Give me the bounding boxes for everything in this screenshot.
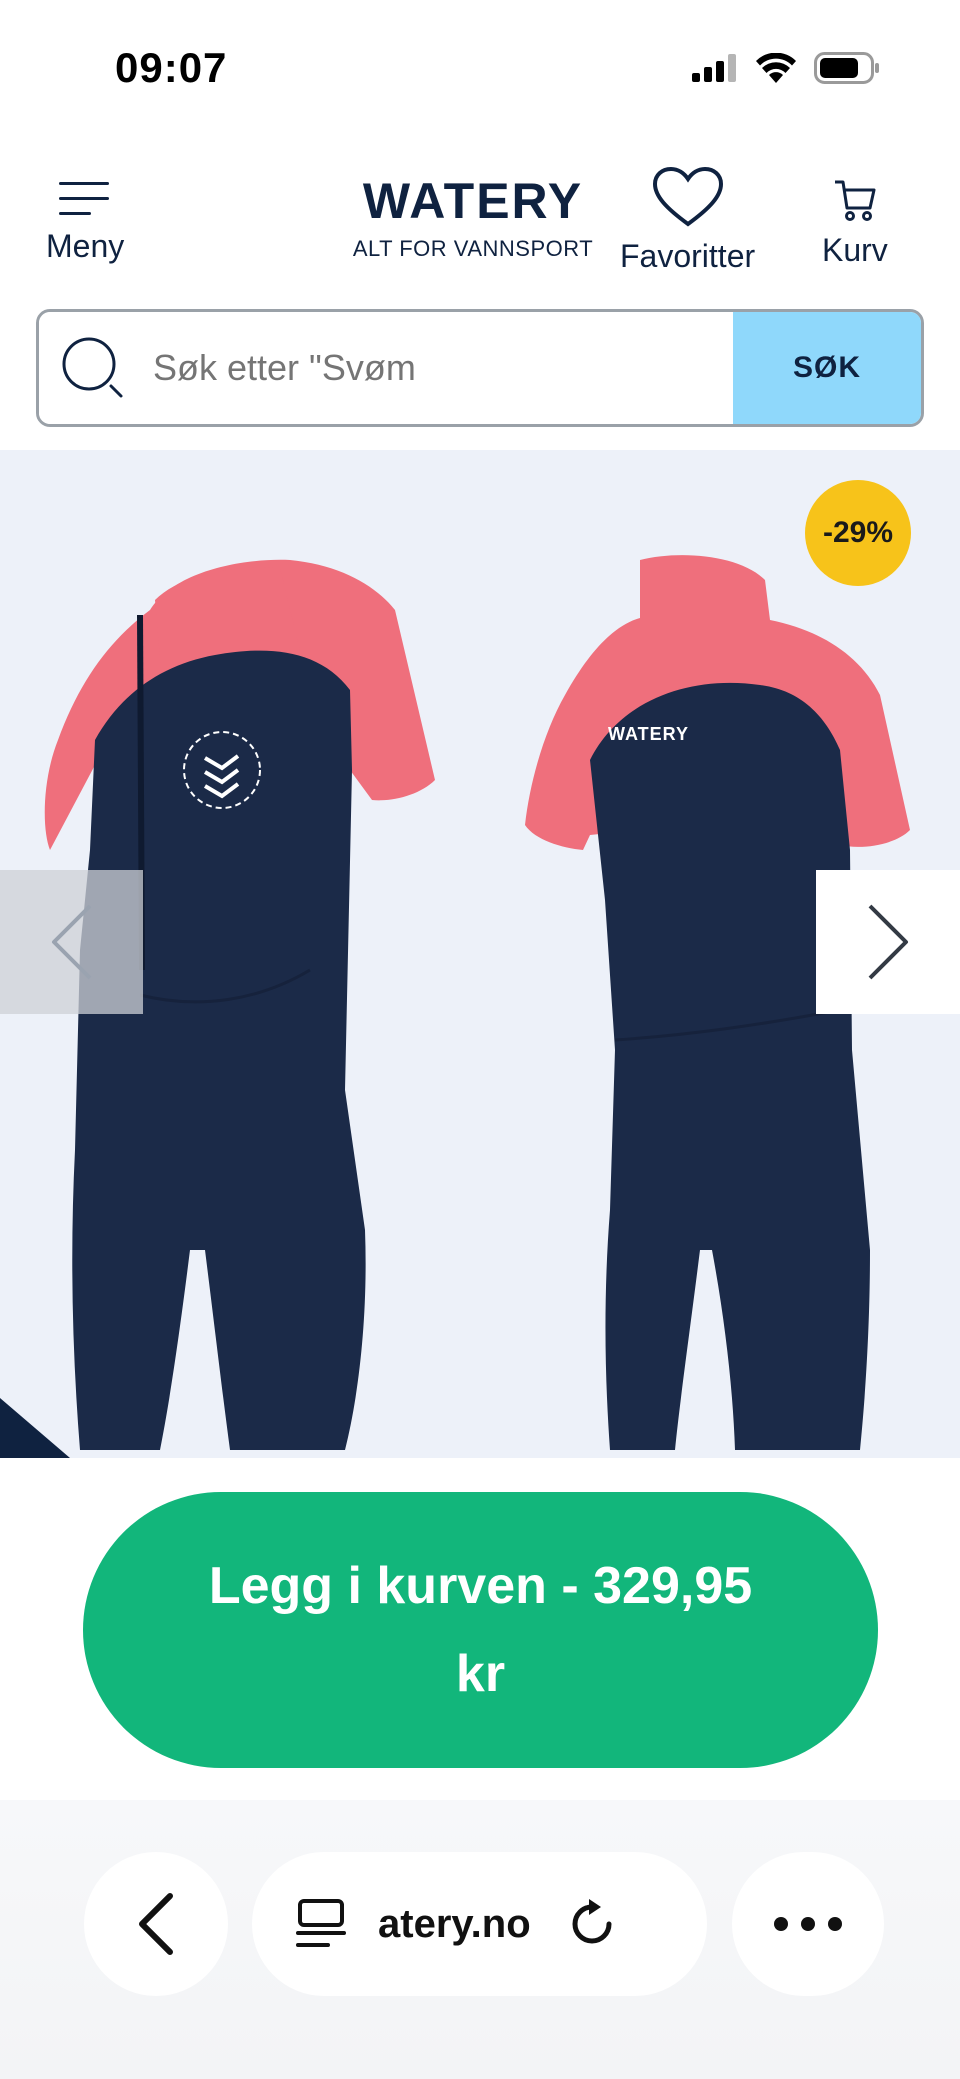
site-logo[interactable]: WATERY ALT FOR VANNSPORT — [338, 176, 608, 262]
battery-icon — [814, 52, 879, 84]
chevron-left-icon — [139, 1893, 173, 1955]
logo-title: WATERY — [362, 173, 584, 229]
chevron-right-icon — [868, 904, 908, 980]
site-header: Meny WATERY ALT FOR VANNSPORT Favoritter… — [0, 140, 960, 300]
browser-more-button[interactable] — [732, 1852, 884, 1996]
add-to-cart-button[interactable]: Legg i kurven - 329,95 kr — [83, 1492, 878, 1768]
favorites-label: Favoritter — [620, 238, 756, 274]
more-icon — [774, 1917, 842, 1931]
search-icon — [62, 337, 123, 398]
search-input[interactable] — [153, 347, 713, 389]
corner-decoration — [0, 1398, 70, 1458]
cart-icon — [834, 180, 876, 221]
browser-toolbar: atery.no — [0, 1800, 960, 2079]
reload-icon[interactable] — [565, 1897, 619, 1951]
logo-subtitle: ALT FOR VANNSPORT — [352, 236, 594, 261]
search-button[interactable]: SØK — [733, 312, 921, 424]
cart-button[interactable]: Kurv — [822, 178, 888, 269]
menu-button[interactable]: Meny — [46, 180, 124, 265]
url-text: atery.no — [378, 1901, 531, 1946]
status-icons — [692, 52, 880, 84]
chevron-left-icon — [51, 904, 91, 980]
back-logo-text: WATERY — [608, 724, 689, 744]
status-time: 09:07 — [115, 44, 228, 91]
menu-label: Meny — [46, 228, 125, 264]
wifi-icon — [756, 53, 796, 83]
search-bar: SØK — [36, 309, 924, 427]
browser-back-button[interactable] — [84, 1852, 228, 1996]
address-bar[interactable]: atery.no — [252, 1852, 707, 1996]
gallery-next-button[interactable] — [816, 870, 960, 1014]
search-field — [39, 312, 733, 424]
discount-badge: -29% — [805, 480, 911, 586]
gallery-prev-button[interactable] — [0, 870, 143, 1014]
cart-label: Kurv — [822, 232, 888, 268]
product-gallery[interactable]: WATERY -29% — [0, 450, 960, 1458]
heart-icon — [652, 166, 723, 227]
status-bar: 09:07 — [0, 0, 960, 140]
signal-icon — [692, 54, 736, 82]
reader-mode-icon — [296, 1899, 346, 1947]
hamburger-icon — [59, 182, 110, 215]
favorites-button[interactable]: Favoritter — [620, 166, 755, 275]
